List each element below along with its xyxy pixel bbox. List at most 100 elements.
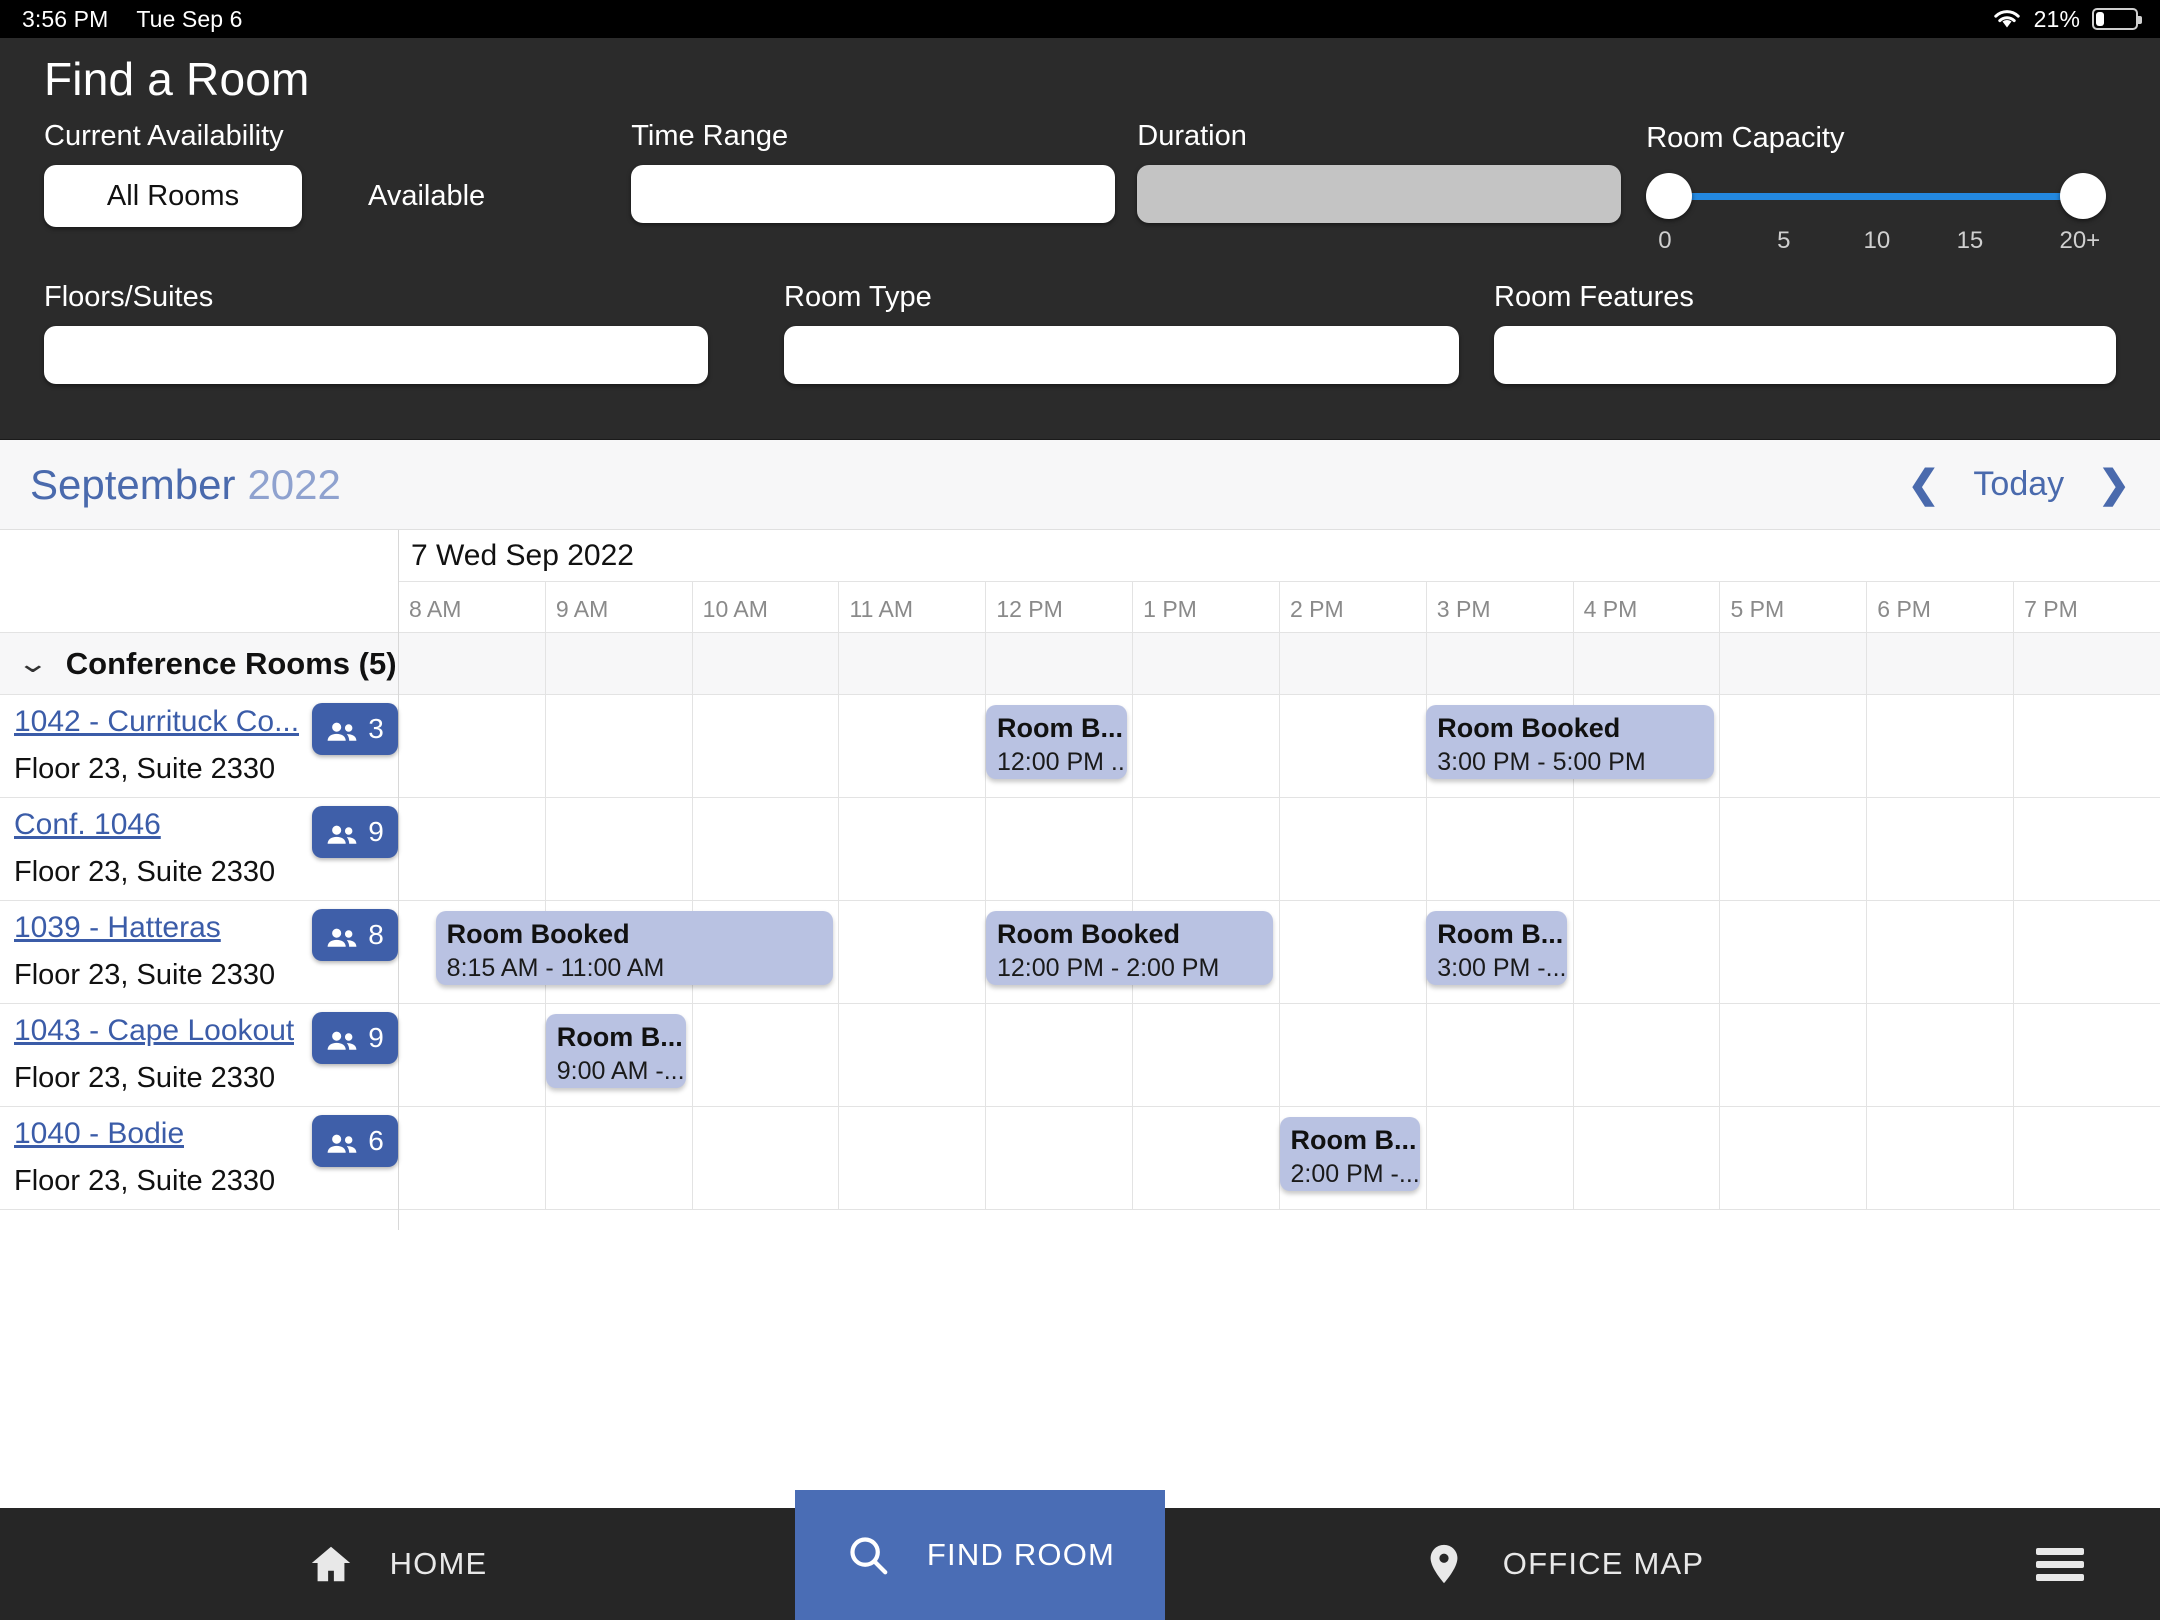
calendar-month-year: September 2022 <box>30 461 341 509</box>
grid-cell[interactable] <box>1132 798 1279 900</box>
grid-cell[interactable] <box>2013 798 2160 900</box>
booking-event[interactable]: Room B... 9:00 AM -... <box>545 1014 687 1088</box>
grid-cell[interactable] <box>1719 901 1866 1003</box>
grid-cell <box>1572 633 1720 694</box>
grid-cell[interactable] <box>1425 798 1573 900</box>
grid-cell[interactable] <box>838 695 985 797</box>
grid-cell[interactable] <box>1866 695 2013 797</box>
room-features-input[interactable] <box>1494 326 2116 384</box>
grid-group-spacer-row <box>399 633 2160 695</box>
grid-cell[interactable] <box>1866 1107 2013 1209</box>
room-name-link[interactable]: 1042 - Currituck Co... <box>14 705 299 739</box>
booking-event[interactable]: Room B... 12:00 PM ... <box>985 705 1127 779</box>
room-name-link[interactable]: Conf. 1046 <box>14 808 161 842</box>
grid-cell[interactable] <box>1278 1004 1426 1106</box>
grid-cell[interactable] <box>2013 1004 2160 1106</box>
grid-cell[interactable] <box>691 695 839 797</box>
grid-cell[interactable] <box>399 798 545 900</box>
current-availability-group: Current Availability All Rooms Available <box>44 120 631 227</box>
grid-cell[interactable] <box>1132 1107 1279 1209</box>
room-group-header[interactable]: ⌄ Conference Rooms (5) <box>0 633 398 695</box>
grid-cell[interactable] <box>399 695 545 797</box>
grid-cell[interactable] <box>1425 1107 1573 1209</box>
grid-cell[interactable] <box>1278 901 1426 1003</box>
booking-time: 8:15 AM - 11:00 AM <box>446 954 665 983</box>
chevron-right-icon[interactable]: ❯ <box>2098 466 2130 504</box>
grid-cell[interactable] <box>1866 1004 2013 1106</box>
grid-cell[interactable] <box>2013 1107 2160 1209</box>
grid-cell[interactable] <box>1132 695 1279 797</box>
today-button[interactable]: Today <box>1973 465 2064 504</box>
grid-cell[interactable] <box>691 798 839 900</box>
grid-cell[interactable] <box>1572 1107 1720 1209</box>
time-range-input[interactable] <box>631 165 1116 223</box>
grid-cell[interactable] <box>985 1107 1132 1209</box>
booking-event[interactable]: Room B... 2:00 PM -... <box>1279 1117 1421 1191</box>
grid-cell[interactable] <box>1719 1004 1866 1106</box>
grid-cell[interactable] <box>985 798 1132 900</box>
grid-cell[interactable] <box>544 695 692 797</box>
grid-cell[interactable] <box>1278 798 1426 900</box>
room-capacity-slider[interactable] <box>1646 167 2107 225</box>
capacity-tick-0: 0 <box>1658 227 1672 254</box>
grid-cell[interactable] <box>2013 695 2160 797</box>
room-name-link[interactable]: 1039 - Hatteras <box>14 911 221 945</box>
grid-cell[interactable] <box>838 1004 985 1106</box>
grid-cell[interactable] <box>691 1107 839 1209</box>
booking-event[interactable]: Room Booked 12:00 PM - 2:00 PM <box>985 911 1274 985</box>
hamburger-menu-icon[interactable] <box>1960 1508 2160 1620</box>
chevron-down-icon[interactable]: ⌄ <box>17 648 50 679</box>
booking-event[interactable]: Room B... 3:00 PM -... <box>1426 911 1567 985</box>
chevron-left-icon[interactable]: ❮ <box>1908 466 1940 504</box>
grid-cell[interactable] <box>1866 901 2013 1003</box>
grid-cell[interactable] <box>399 1107 545 1209</box>
grid-cell[interactable] <box>838 798 985 900</box>
calendar-year: 2022 <box>247 460 341 508</box>
room-location: Floor 23, Suite 2330 <box>14 1165 276 1197</box>
room-type-input[interactable] <box>784 326 1459 384</box>
grid-cell[interactable] <box>1132 1004 1279 1106</box>
grid-cell[interactable] <box>1719 798 1866 900</box>
grid-cell[interactable] <box>1719 1107 1866 1209</box>
status-bar-left: 3:56 PM Tue Sep 6 <box>22 6 243 33</box>
duration-input[interactable] <box>1137 165 1622 223</box>
grid-cell[interactable] <box>1278 695 1426 797</box>
booking-time: 2:00 PM -... <box>1290 1160 1420 1189</box>
nav-home[interactable]: HOME <box>0 1508 795 1620</box>
booking-title: Room Booked <box>996 919 1180 949</box>
grid-cell[interactable] <box>691 1004 839 1106</box>
room-name-link[interactable]: 1043 - Cape Lookout <box>14 1014 294 1048</box>
booking-event[interactable]: Room Booked 3:00 PM - 5:00 PM <box>1426 705 1714 779</box>
grid-cell[interactable] <box>399 1004 545 1106</box>
slider-knob-min[interactable] <box>1646 173 1693 219</box>
grid-cell[interactable] <box>1719 695 1866 797</box>
grid-cell[interactable] <box>544 798 692 900</box>
grid-cell[interactable] <box>1572 901 1720 1003</box>
grid-cell[interactable] <box>838 901 985 1003</box>
grid-cell[interactable] <box>985 1004 1132 1106</box>
grid-cell[interactable] <box>1866 798 2013 900</box>
grid-cell[interactable] <box>2013 901 2160 1003</box>
grid-cell[interactable] <box>1425 1004 1573 1106</box>
calendar-room-row: Room B... 9:00 AM -... <box>399 1004 2160 1107</box>
grid-cell[interactable] <box>838 1107 985 1209</box>
filter-panel: Find a Room Current Availability All Roo… <box>0 38 2160 440</box>
all-rooms-toggle[interactable]: All Rooms <box>44 165 302 227</box>
grid-cell <box>838 633 985 694</box>
status-bar: 3:56 PM Tue Sep 6 21% <box>0 0 2160 38</box>
available-toggle[interactable]: Available <box>368 180 485 213</box>
room-name-link[interactable]: 1040 - Bodie <box>14 1117 184 1151</box>
battery-icon <box>2092 8 2142 30</box>
nav-find-room[interactable]: FIND ROOM <box>795 1490 1165 1620</box>
nav-office-map[interactable]: OFFICE MAP <box>1165 1508 1960 1620</box>
booking-time: 3:00 PM - 5:00 PM <box>1437 748 1646 777</box>
capacity-tick-10: 10 <box>1863 227 1891 254</box>
grid-cell[interactable] <box>1572 798 1720 900</box>
calendar-room-row: Room B... 12:00 PM ... Room Booked 3:00 PM … <box>399 695 2160 798</box>
floors-suites-input[interactable] <box>44 326 708 384</box>
booking-event[interactable]: Room Booked 8:15 AM - 11:00 AM <box>435 911 834 985</box>
grid-cell[interactable] <box>1572 1004 1720 1106</box>
slider-knob-max[interactable] <box>2060 173 2107 219</box>
grid-cell[interactable] <box>544 1107 692 1209</box>
room-capacity-count: 6 <box>368 1125 384 1156</box>
